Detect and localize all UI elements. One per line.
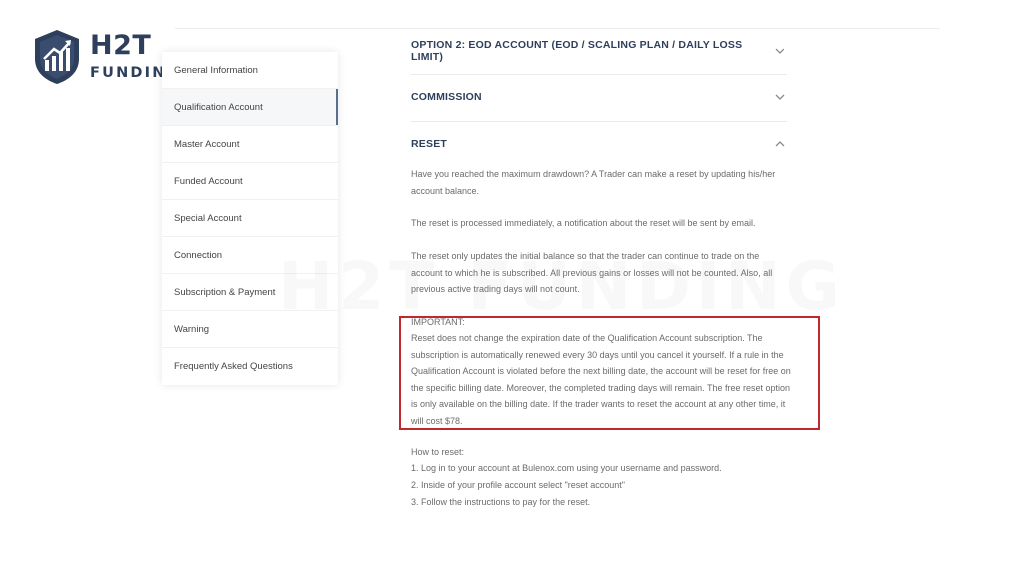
- reset-paragraph-3: The reset only updates the initial balan…: [411, 251, 773, 294]
- sidebar-item-label: Connection: [174, 249, 223, 261]
- shield-chart-logo-icon: [35, 30, 79, 84]
- how-to-reset-label: How to reset:: [411, 447, 465, 457]
- sidebar-item-master-account[interactable]: Master Account: [162, 126, 338, 163]
- sidebar-item-connection[interactable]: Connection: [162, 237, 338, 274]
- how-to-step-1: 1. Log in to your account at Bulenox.com…: [411, 463, 722, 473]
- accordion-header[interactable]: COMMISSION: [411, 74, 787, 120]
- how-to-step-3: 3. Follow the instructions to pay for th…: [411, 497, 591, 507]
- sidebar-item-general-information[interactable]: General Information: [162, 52, 338, 89]
- sidebar-nav: General Information Qualification Accoun…: [162, 52, 338, 385]
- chevron-down-icon[interactable]: [773, 44, 787, 58]
- important-label: IMPORTANT:: [411, 317, 465, 327]
- sidebar-item-label: Frequently Asked Questions: [174, 361, 293, 372]
- accordion-header[interactable]: OPTION 2: EOD ACCOUNT (EOD / SCALING PLA…: [411, 28, 787, 74]
- sidebar-item-special-account[interactable]: Special Account: [162, 200, 338, 237]
- how-to-step-2: 2. Inside of your profile account select…: [411, 480, 626, 490]
- sidebar-item-qualification-account[interactable]: Qualification Account: [162, 89, 338, 126]
- sidebar-item-subscription-payment[interactable]: Subscription & Payment: [162, 274, 338, 311]
- sidebar-item-label: Master Account: [174, 138, 240, 150]
- logo-brand-text: H2T: [90, 30, 152, 61]
- sidebar-item-warning[interactable]: Warning: [162, 311, 338, 348]
- sidebar-item-label: Qualification Account: [174, 101, 263, 113]
- accordion-title: COMMISSION: [411, 91, 482, 103]
- accordion-title: RESET: [411, 138, 448, 150]
- sidebar-item-label: Funded Account: [174, 175, 243, 187]
- sidebar-item-label: Subscription & Payment: [174, 286, 276, 298]
- accordion-reset[interactable]: RESET: [411, 121, 787, 167]
- sidebar-item-label: Warning: [174, 323, 210, 335]
- sidebar-item-label: Special Account: [174, 212, 242, 224]
- sidebar-item-label: General Information: [174, 64, 258, 76]
- chevron-up-icon[interactable]: [773, 137, 787, 151]
- important-text: Reset does not change the expiration dat…: [411, 333, 791, 426]
- sidebar-item-funded-account[interactable]: Funded Account: [162, 163, 338, 200]
- sidebar-item-faq[interactable]: Frequently Asked Questions: [162, 348, 338, 385]
- reset-paragraph-1: Have you reached the maximum drawdown? A…: [411, 169, 776, 196]
- h2t-funding-logo: H2T FUNDING: [33, 29, 178, 87]
- reset-paragraph-2: The reset is processed immediately, a no…: [411, 218, 756, 228]
- accordion-title: OPTION 2: EOD ACCOUNT (EOD / SCALING PLA…: [411, 39, 743, 63]
- accordion-option2[interactable]: OPTION 2: EOD ACCOUNT (EOD / SCALING PLA…: [411, 28, 787, 74]
- accordion-header[interactable]: RESET: [411, 121, 787, 167]
- chevron-down-icon[interactable]: [773, 90, 787, 104]
- accordion-commission[interactable]: COMMISSION: [411, 74, 787, 120]
